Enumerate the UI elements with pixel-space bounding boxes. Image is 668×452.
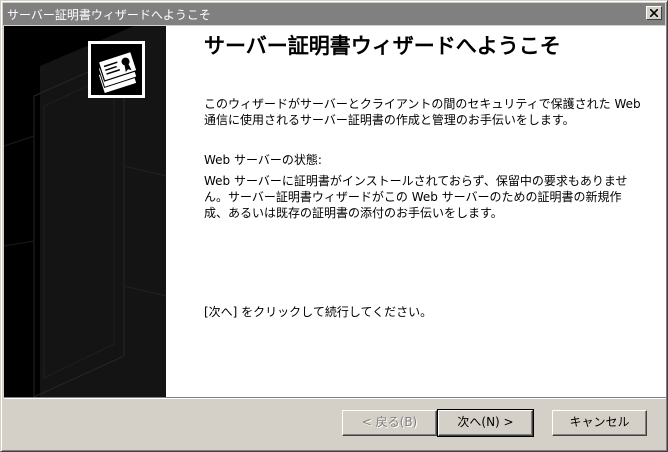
wizard-main-panel: サーバー証明書ウィザードへようこそ このウィザードがサーバーとクライアントの間の… xyxy=(166,26,666,397)
wizard-window: サーバー証明書ウィザードへようこそ サーバー証明書ウィザードへようこそ このウィ… xyxy=(0,0,668,452)
back-button[interactable]: < 戻る(B) xyxy=(342,410,437,436)
page-title: サーバー証明書ウィザードへようこそ xyxy=(204,34,561,58)
close-button[interactable] xyxy=(646,6,662,20)
intro-text: このウィザードがサーバーとクライアントの間のセキュリティで保護された Web 通… xyxy=(204,97,641,127)
wizard-content: サーバー証明書ウィザードへようこそ このウィザードがサーバーとクライアントの間の… xyxy=(4,26,666,397)
certificate-wizard-icon xyxy=(88,41,145,98)
title-bar[interactable]: サーバー証明書ウィザードへようこそ xyxy=(3,3,665,25)
status-label: Web サーバーの状態: xyxy=(204,153,322,167)
instruction-text: [次へ] をクリックして続行してください。 xyxy=(204,305,433,319)
status-text: Web サーバーに証明書がインストールされておらず、保留中の要求もありません。サ… xyxy=(204,174,628,220)
next-button[interactable]: 次へ(N) > xyxy=(437,409,534,437)
wizard-sidebar xyxy=(4,26,166,397)
close-icon xyxy=(650,9,658,17)
button-separator xyxy=(4,397,666,399)
cancel-button[interactable]: キャンセル xyxy=(552,410,647,436)
window-title: サーバー証明書ウィザードへようこそ xyxy=(7,8,211,22)
